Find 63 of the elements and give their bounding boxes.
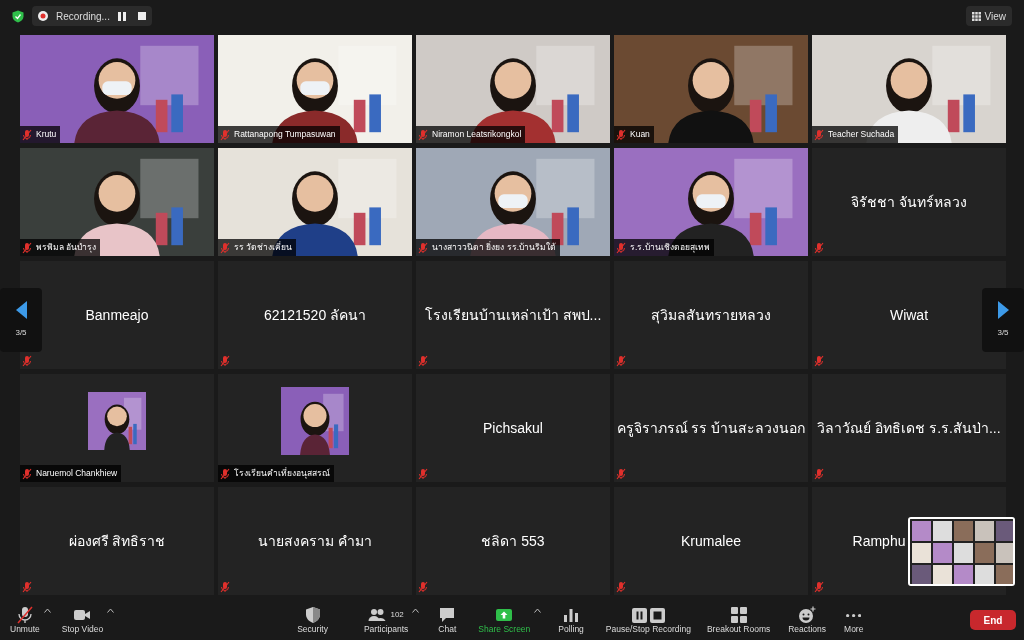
pause-stop-icon (631, 606, 665, 625)
participant-name: Krumalee (681, 531, 741, 551)
participant-name: Kuan (630, 128, 650, 141)
more-icon (846, 613, 862, 617)
shield-icon (303, 606, 322, 625)
security-button[interactable]: Security (293, 605, 332, 635)
end-button[interactable]: End (970, 610, 1016, 630)
participant-name: Teacher Suchada (828, 128, 895, 141)
participant-name: ชลิดา 553 (481, 531, 545, 551)
participant-name: Naruemol Chankhiew (36, 467, 118, 480)
participant-name: ร.ร.บ้านเชิงดอยสุเทพ (630, 241, 710, 254)
participant-name: Pichsakul (483, 418, 543, 438)
participant-name: Rattanapong Tumpasuwan (234, 128, 336, 141)
participant-name: Wiwat (889, 305, 929, 325)
grid-icon (729, 606, 748, 625)
pause-button[interactable] (117, 11, 126, 21)
breakout-rooms-button[interactable]: Breakout Rooms (702, 605, 775, 635)
participant-count: 102 (390, 610, 404, 620)
reactions-button[interactable]: Reactions (784, 605, 831, 635)
stop-video-button[interactable]: Stop Video (57, 605, 108, 635)
participant-name: Niramon Leatsrikongkol (432, 128, 522, 141)
next-page-button[interactable]: 3/5 (982, 288, 1024, 352)
stop-icon (137, 12, 146, 20)
caret-icon (43, 608, 51, 613)
participant-name: Krutu (36, 128, 57, 141)
chat-bubble-icon (438, 606, 457, 625)
participant-name: นางสาววนิดา ยิ่งยง รร.บ้านริมใต้ (432, 241, 557, 254)
participant-name: Banmeajo (85, 305, 149, 325)
chat-button[interactable]: Chat (434, 605, 461, 635)
recording-label: Recording... (56, 9, 110, 24)
participant-name: Ramphu (852, 531, 906, 551)
participant-name: วิลาวัณย์ อิทธิเดช ร.ร.สันป่า... (817, 418, 1001, 438)
participant-name: นายสงคราม คำมา (258, 531, 372, 551)
pause-icon (117, 11, 126, 21)
view-button[interactable]: View (965, 6, 1012, 26)
participant-name: โรงเรียนคำเที่ยงอนุสสรณ์ (234, 467, 330, 480)
caret-icon (412, 608, 420, 613)
more-button[interactable]: More (840, 605, 868, 635)
participant-name: โรงเรียนบ้านเหล่าเป้า สพป... (424, 305, 602, 325)
participants-button[interactable]: 102 Participants (359, 605, 413, 635)
participant-name: พรพิมล อันบำรุง (36, 241, 97, 254)
participant-name: ผ่องศรี สิทธิราช (68, 531, 166, 551)
right-arrow-icon (997, 301, 1009, 319)
smiley-icon (798, 606, 817, 625)
caret-icon (534, 608, 542, 613)
recording-button[interactable]: Pause/Stop Recording (601, 605, 695, 635)
muted-mic-icon (15, 606, 34, 625)
unmute-button[interactable]: Unmute (6, 605, 44, 635)
participant-name: 62121520 ลัคนา (263, 305, 367, 325)
participant-name: รร วัดช่างเคี่ยน (234, 241, 293, 254)
share-screen-button[interactable]: Share Screen (474, 605, 535, 635)
polling-button[interactable]: Polling (554, 605, 588, 635)
caret-icon (107, 608, 115, 613)
record-icon (38, 11, 48, 21)
grid-icon (971, 11, 981, 21)
stop-button[interactable] (137, 12, 146, 20)
left-arrow-icon (15, 301, 27, 319)
shield-icon (12, 9, 24, 23)
previous-page-button[interactable]: 3/5 (0, 288, 42, 352)
participant-name: ครูจิราภรณ์ รร บ้านสะลวงนอก (616, 418, 806, 439)
bar-chart-icon (562, 606, 581, 625)
participant-name: สุวิมลสันทรายหลวง (651, 305, 771, 326)
participant-name: จิรัชชา จันทร์หลวง (851, 192, 967, 212)
